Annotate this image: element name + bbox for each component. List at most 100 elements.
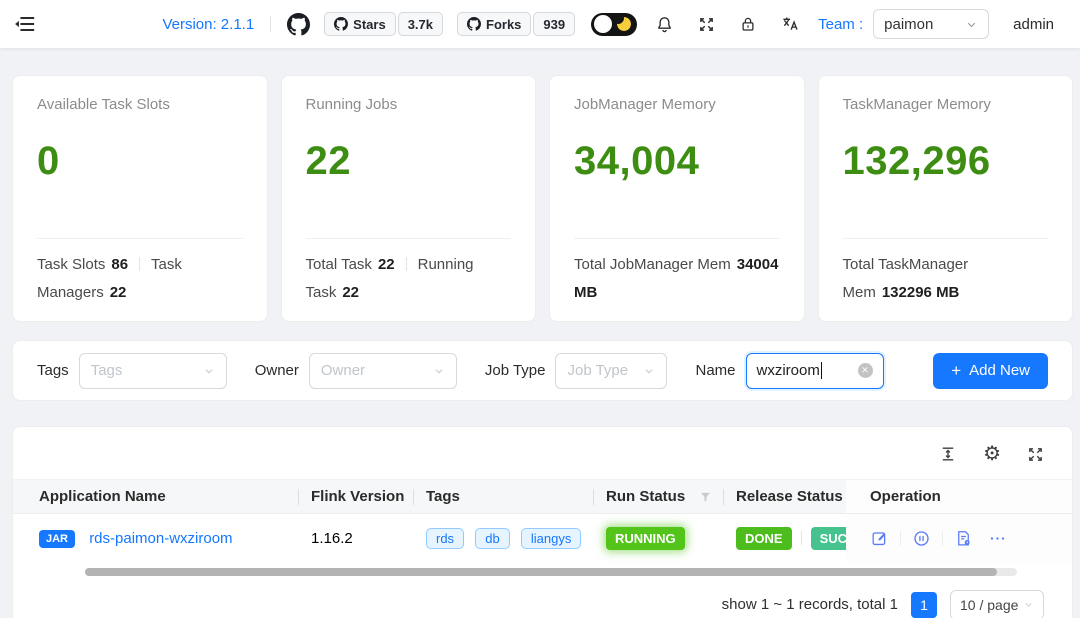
job-type-filter-select[interactable]: Job Type	[555, 353, 667, 389]
menu-fold-icon[interactable]	[14, 13, 36, 35]
row-height-icon[interactable]	[939, 445, 957, 463]
name-filter-label: Name	[695, 362, 735, 379]
github-forks-button[interactable]: Forks	[457, 12, 531, 36]
stat-card-taskmanager-memory: TaskManager Memory 132,296 Total TaskMan…	[818, 75, 1074, 322]
application-name-cell: JAR rds-paimon-wxziroom	[13, 514, 298, 564]
pagination: show 1 ~ 1 records, total 1 1 10 / page	[13, 576, 1072, 618]
page-number-button[interactable]: 1	[911, 592, 937, 618]
github-forks-widget: Forks 939	[457, 12, 575, 36]
tags-filter-select[interactable]: Tags	[79, 353, 227, 389]
job-type-placeholder: Job Type	[567, 362, 643, 379]
notification-bell-icon[interactable]	[655, 15, 674, 34]
tags-filter-label: Tags	[37, 362, 69, 379]
table-toolbar: ⚙	[13, 427, 1072, 479]
filter-funnel-icon[interactable]	[699, 490, 712, 503]
add-new-button[interactable]: + Add New	[933, 353, 1048, 389]
pause-icon[interactable]	[912, 529, 931, 548]
stars-count-badge[interactable]: 3.7k	[398, 12, 443, 36]
horizontal-scrollbar-track	[85, 568, 1017, 576]
owner-placeholder: Owner	[321, 362, 433, 379]
username[interactable]: admin	[1013, 16, 1054, 33]
page-size-select[interactable]: 10 / page	[950, 590, 1044, 618]
stat-title: Running Jobs	[306, 96, 512, 113]
stat-card-jobmanager-memory: JobManager Memory 34,004 Total JobManage…	[549, 75, 805, 322]
stat-footer: Total JobManager Mem34004 MB	[574, 239, 780, 307]
tag-pill: rds	[426, 528, 464, 549]
owner-filter-select[interactable]: Owner	[309, 353, 457, 389]
page-size-value: 10 / page	[960, 597, 1018, 613]
divider	[801, 531, 802, 545]
chevron-down-icon	[203, 365, 215, 377]
version-label: Version: 2.1.1	[162, 16, 254, 33]
lock-icon[interactable]	[739, 15, 757, 33]
stat-value: 0	[37, 139, 243, 184]
tag-pill: liangys	[521, 528, 581, 549]
run-status-badge: RUNNING	[606, 527, 685, 550]
job-type-badge: JAR	[39, 530, 75, 548]
top-navbar: Version: 2.1.1 Stars 3.7k Forks 939	[0, 0, 1080, 48]
filter-bar: Tags Tags Owner Owner Job Type Job Type …	[12, 340, 1073, 401]
jobs-table-card: ⚙ Application Name Flink Version Tags Ru…	[12, 426, 1073, 618]
view-log-icon[interactable]	[954, 529, 973, 548]
stat-card-running-jobs: Running Jobs 22 Total Task22Running Task…	[281, 75, 537, 322]
stat-footer: Total TaskManager Mem132296 MB	[843, 239, 1049, 307]
application-name-link[interactable]: rds-paimon-wxziroom	[89, 530, 232, 547]
github-logo-icon[interactable]	[287, 13, 310, 36]
stat-value: 34,004	[574, 139, 780, 184]
more-actions-icon[interactable]	[988, 529, 1007, 548]
job-type-filter-label: Job Type	[485, 362, 546, 379]
flink-version-cell: 1.16.2	[298, 514, 413, 564]
stat-footer: Task Slots86Task Managers22	[37, 239, 243, 307]
plus-icon: +	[951, 361, 961, 381]
dark-mode-toggle[interactable]	[591, 13, 637, 36]
divider	[270, 16, 271, 32]
column-header-flink-version[interactable]: Flink Version	[298, 480, 413, 514]
stat-title: Available Task Slots	[37, 96, 243, 113]
owner-filter-label: Owner	[255, 362, 299, 379]
translate-icon[interactable]	[781, 15, 800, 34]
column-header-tags[interactable]: Tags	[413, 480, 593, 514]
column-header-release-status[interactable]: Release Status	[723, 480, 846, 514]
app-page: Version: 2.1.1 Stars 3.7k Forks 939	[0, 0, 1080, 618]
stars-label: Stars	[353, 17, 386, 32]
divider	[942, 531, 943, 546]
team-select[interactable]: paimon	[873, 9, 989, 39]
clear-input-icon[interactable]: ✕	[858, 363, 873, 378]
divider	[900, 531, 901, 546]
stat-title: JobManager Memory	[574, 96, 780, 113]
stat-title: TaskManager Memory	[843, 96, 1049, 113]
stat-footer: Total Task22Running Task22	[306, 239, 512, 307]
team-label: Team :	[818, 16, 863, 33]
table-fullscreen-icon[interactable]	[1027, 446, 1044, 463]
table-row: JAR rds-paimon-wxziroom 1.16.2 rds db li…	[13, 514, 1073, 564]
forks-label: Forks	[486, 17, 521, 32]
moon-icon	[617, 17, 631, 31]
operation-cell	[846, 514, 1073, 564]
stat-value: 22	[306, 139, 512, 184]
build-status-badge: SUCCESS	[811, 527, 846, 550]
name-input-value: wxziroom	[757, 362, 820, 379]
settings-gear-icon[interactable]: ⚙	[983, 445, 1001, 463]
column-header-application-name[interactable]: Application Name	[13, 480, 298, 514]
add-new-label: Add New	[969, 362, 1030, 379]
column-header-operation: Operation	[846, 480, 1073, 514]
column-header-run-status[interactable]: Run Status	[593, 480, 723, 514]
tags-placeholder: Tags	[91, 362, 203, 379]
applications-table: Application Name Flink Version Tags Run …	[13, 479, 1073, 564]
name-filter-input[interactable]: wxziroom ✕	[746, 353, 884, 389]
release-status-badge: DONE	[736, 527, 792, 550]
horizontal-scrollbar-thumb[interactable]	[85, 568, 997, 576]
fullscreen-icon[interactable]	[698, 16, 715, 33]
forks-count-badge[interactable]: 939	[533, 12, 575, 36]
tag-pill: db	[475, 528, 509, 549]
run-status-cell: RUNNING	[593, 514, 723, 564]
chevron-down-icon	[643, 365, 655, 377]
text-caret	[821, 362, 823, 379]
stat-card-available-task-slots: Available Task Slots 0 Task Slots86Task …	[12, 75, 268, 322]
edit-icon[interactable]	[870, 529, 889, 548]
chevron-down-icon	[1023, 599, 1034, 610]
github-stars-button[interactable]: Stars	[324, 12, 396, 36]
toggle-knob	[594, 15, 612, 33]
tags-cell: rds db liangys	[413, 514, 593, 564]
stat-value: 132,296	[843, 139, 1049, 184]
